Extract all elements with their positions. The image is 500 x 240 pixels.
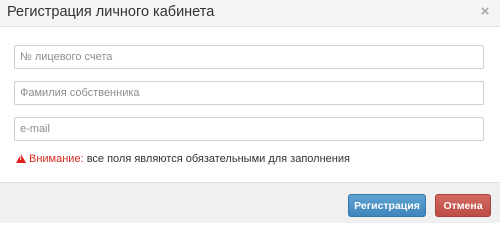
warning-triangle-icon (16, 154, 26, 163)
owner-surname-field[interactable] (14, 81, 484, 105)
owner-surname-input[interactable] (15, 82, 483, 104)
dialog-footer: Регистрация Отмена (0, 182, 500, 223)
account-number-field[interactable] (14, 45, 484, 69)
required-fields-warning: Внимание: все поля являются обязательным… (16, 153, 350, 166)
cancel-button[interactable]: Отмена (435, 194, 491, 217)
dialog-title: Регистрация личного кабинета (7, 4, 215, 20)
warning-text: все поля являются обязательными для запо… (83, 153, 350, 165)
registration-dialog: Регистрация личного кабинета × Внимание:… (0, 0, 500, 223)
warning-label: Внимание: (29, 153, 84, 165)
register-button[interactable]: Регистрация (348, 194, 426, 217)
account-number-input[interactable] (15, 46, 483, 68)
close-icon[interactable]: × (478, 4, 492, 19)
dialog-header: Регистрация личного кабинета × (0, 0, 500, 27)
email-field[interactable] (14, 117, 484, 141)
dialog-body: Внимание: все поля являются обязательным… (0, 27, 500, 182)
email-input[interactable] (15, 118, 483, 140)
